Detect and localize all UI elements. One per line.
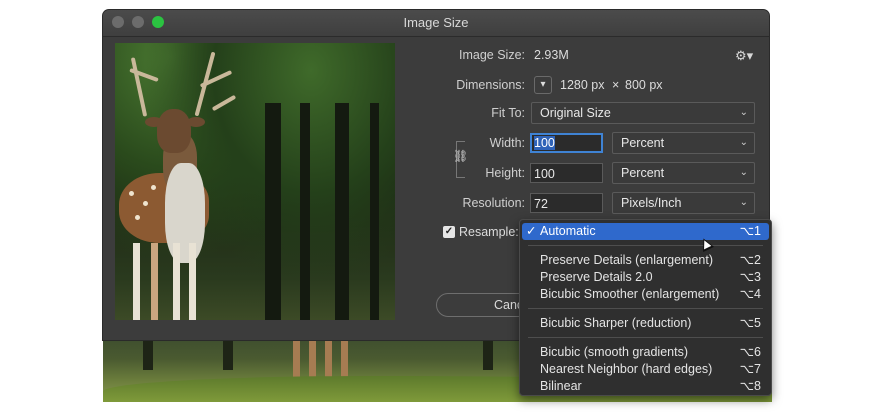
menu-item-preserve-details[interactable]: Preserve Details (enlargement) ⌥2	[522, 252, 769, 269]
chevron-down-icon: ⌄	[739, 137, 748, 148]
menu-separator	[528, 245, 763, 246]
resolution-input[interactable]: 72	[530, 193, 603, 213]
chevron-down-icon: ⌄	[739, 107, 748, 118]
image-preview[interactable]	[115, 43, 395, 320]
resolution-label: Resolution:	[462, 196, 525, 210]
menu-item-bicubic-sharper[interactable]: Bicubic Sharper (reduction) ⌥5	[522, 315, 769, 332]
fit-to-select[interactable]: Original Size ⌄	[531, 102, 755, 124]
gear-icon[interactable]: ⚙▾	[735, 48, 753, 64]
link-icon[interactable]: ⛓	[453, 149, 468, 165]
menu-item-bicubic-smoother[interactable]: Bicubic Smoother (enlargement) ⌥4	[522, 286, 769, 303]
resample-checkbox[interactable]: ✓	[443, 226, 455, 238]
chevron-down-icon: ▾	[540, 79, 546, 90]
menu-item-preserve-details-2[interactable]: Preserve Details 2.0 ⌥3	[522, 269, 769, 286]
dimensions-label: Dimensions:	[456, 78, 525, 92]
fit-to-value: Original Size	[540, 106, 611, 120]
dimensions-units-dropdown[interactable]: ▾	[534, 76, 552, 94]
dimensions-separator: ×	[612, 78, 620, 92]
dimensions-width-value: 1280 px	[560, 78, 605, 92]
dimensions-height-value: 800 px	[625, 78, 663, 92]
resample-method-menu: ✓ Automatic ⌥1 Preserve Details (enlarge…	[519, 219, 772, 396]
checkmark-icon: ✓	[444, 226, 454, 237]
checkmark-icon: ✓	[526, 224, 537, 238]
chevron-down-icon: ⌄	[739, 197, 748, 208]
menu-separator	[528, 337, 763, 338]
title-bar: Image Size	[103, 10, 769, 37]
menu-item-automatic[interactable]: ✓ Automatic ⌥1	[522, 223, 769, 240]
chevron-down-icon: ⌄	[739, 167, 748, 178]
menu-separator	[528, 308, 763, 309]
resolution-unit-select[interactable]: Pixels/Inch ⌄	[612, 192, 755, 214]
height-label: Height:	[485, 166, 525, 180]
window-title: Image Size	[403, 15, 469, 30]
height-unit-select[interactable]: Percent ⌄	[612, 162, 755, 184]
resample-label: Resample:	[459, 225, 519, 239]
menu-item-nearest-neighbor[interactable]: Nearest Neighbor (hard edges) ⌥7	[522, 361, 769, 378]
fit-to-label: Fit To:	[491, 106, 525, 120]
image-size-value: 2.93M	[534, 48, 569, 62]
width-input[interactable]: 100	[530, 133, 603, 153]
height-input[interactable]: 100	[530, 163, 603, 183]
width-unit-select[interactable]: Percent ⌄	[612, 132, 755, 154]
image-size-label: Image Size:	[458, 48, 525, 62]
menu-item-bilinear[interactable]: Bilinear ⌥8	[522, 378, 769, 395]
width-label: Width:	[489, 136, 525, 150]
menu-item-bicubic[interactable]: Bicubic (smooth gradients) ⌥6	[522, 344, 769, 361]
